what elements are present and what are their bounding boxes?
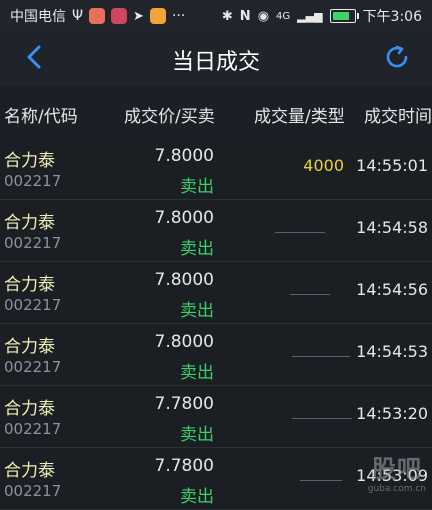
send-icon: ➤ — [133, 8, 144, 24]
more-notifications-icon: ··· — [171, 8, 186, 24]
trade-time: 14:53:20 — [356, 404, 428, 423]
table-row[interactable]: 合力泰 002217 7.8000 卖出 4000 14:55:01 — [0, 138, 432, 200]
redacted-volume-line — [300, 480, 342, 481]
trade-side: 卖出 — [180, 239, 214, 259]
redacted-volume-line — [292, 418, 352, 419]
page-title: 当日成交 — [171, 50, 260, 75]
trade-price: 7.7800 — [154, 394, 214, 414]
watermark-logo: 股吧 — [371, 455, 422, 483]
stock-code: 002217 — [4, 172, 62, 190]
watermark-url: guba.com.cn — [367, 484, 426, 494]
trade-side: 卖出 — [180, 177, 214, 197]
trade-time: 14:55:01 — [356, 156, 428, 175]
trade-side: 卖出 — [180, 487, 214, 507]
header-bar: 当日成交 — [0, 30, 432, 87]
notification-app-icon — [149, 8, 166, 24]
refresh-icon — [386, 45, 408, 68]
stock-code: 002217 — [4, 358, 62, 376]
redacted-volume-line — [292, 356, 350, 357]
trade-price: 7.8000 — [154, 332, 214, 352]
signal-icon: ▂▄▆ — [297, 9, 323, 23]
stock-code: 002217 — [4, 234, 62, 252]
notification-app-icon — [89, 8, 106, 24]
redacted-volume-line — [290, 294, 330, 295]
stock-name: 合力泰 — [4, 461, 55, 481]
trade-price: 7.8000 — [154, 270, 214, 290]
signal-label: 4G — [276, 10, 291, 22]
table-row[interactable]: 合力泰 002217 7.7800 卖出 14:53:20 — [0, 386, 432, 448]
stock-name: 合力泰 — [4, 399, 55, 419]
stock-code: 002217 — [4, 420, 62, 438]
usb-icon: Ψ — [72, 8, 84, 24]
watermark: 股吧 guba.com.cn — [368, 449, 426, 494]
trade-side: 卖出 — [180, 363, 214, 383]
trade-price: 7.8000 — [154, 208, 214, 228]
trade-side: 卖出 — [180, 301, 214, 321]
trade-price: 7.7800 — [154, 456, 214, 476]
trade-side: 卖出 — [180, 425, 214, 445]
table-row[interactable]: 合力泰 002217 7.8000 卖出 14:54:56 — [0, 262, 432, 324]
stock-name: 合力泰 — [4, 337, 55, 357]
eye-comfort-icon: ◉ — [257, 8, 270, 24]
stock-name: 合力泰 — [4, 213, 55, 233]
trade-price: 7.8000 — [154, 146, 214, 166]
trade-volume: 4000 — [303, 156, 344, 175]
trade-time: 14:54:56 — [356, 280, 428, 299]
column-header-name-code: 名称/代码 — [4, 107, 78, 127]
table-row[interactable]: 合力泰 002217 7.8000 卖出 14:54:53 — [0, 324, 432, 386]
trade-time: 14:54:58 — [356, 218, 428, 237]
stock-code: 002217 — [4, 482, 62, 500]
table-row[interactable]: 合力泰 002217 7.8000 卖出 14:54:58 — [0, 200, 432, 262]
notification-app-icon — [111, 8, 128, 24]
stock-code: 002217 — [4, 296, 62, 314]
column-header-trade-time: 成交时间 — [364, 107, 432, 127]
table-header: 名称/代码 成交价/买卖 成交量/类型 成交时间 — [0, 86, 432, 139]
battery-icon — [329, 9, 359, 23]
stock-name: 合力泰 — [4, 275, 55, 295]
column-header-price-side: 成交价/买卖 — [124, 107, 215, 127]
bluetooth-icon: ✱ — [221, 8, 233, 24]
status-bar: 中国电信 Ψ ➤ ··· ✱ N ◉ 4G ▂▄▆ 下午3:06 — [0, 0, 432, 30]
carrier-label: 中国电信 — [10, 9, 66, 25]
refresh-button[interactable] — [382, 42, 412, 72]
trade-time: 14:54:53 — [356, 342, 428, 361]
nfc-icon: N — [239, 8, 251, 24]
column-header-volume-type: 成交量/类型 — [254, 107, 345, 127]
clock: 下午3:06 — [362, 9, 422, 25]
stock-name: 合力泰 — [4, 151, 55, 171]
redacted-volume-line — [275, 232, 325, 233]
